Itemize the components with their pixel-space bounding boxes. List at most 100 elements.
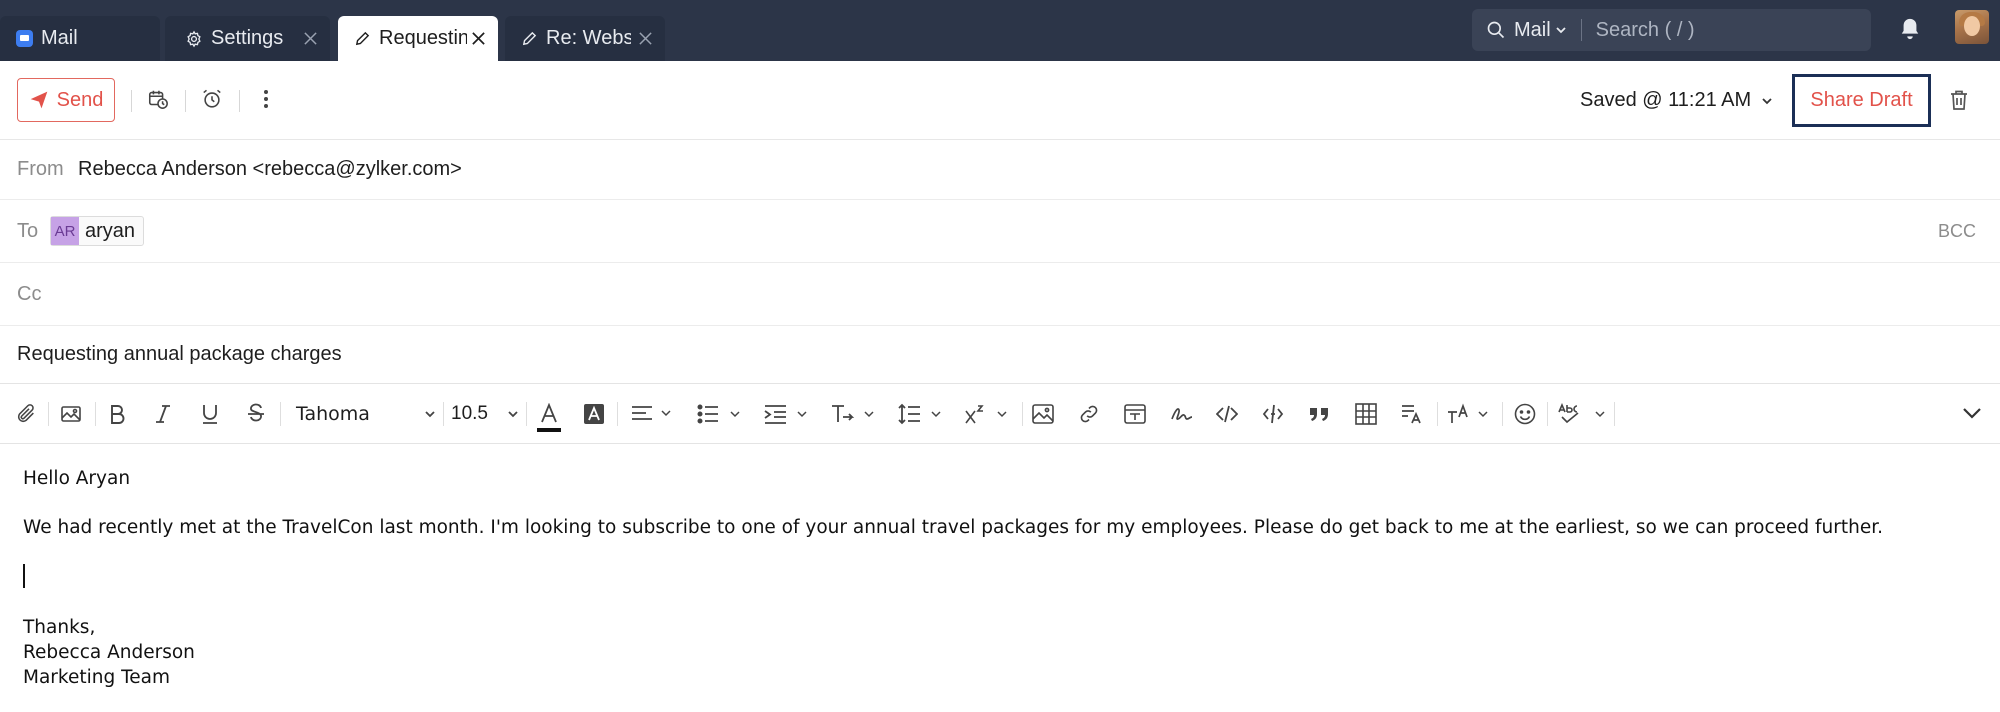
bcc-toggle[interactable]: BCC [1938, 221, 1976, 242]
search-input[interactable]: Search ( / ) [1596, 19, 1695, 42]
text-cursor [23, 564, 25, 588]
gear-icon [185, 30, 203, 48]
share-draft-label: Share Draft [1810, 89, 1913, 111]
tab-label: Re: Website [546, 27, 631, 49]
divider [1547, 402, 1548, 426]
pencil-icon [354, 30, 371, 47]
signature-icon[interactable] [1170, 403, 1194, 425]
tab-label: Settings [211, 27, 284, 49]
divider [1614, 402, 1615, 426]
divider [1022, 402, 1023, 426]
search-scope-dropdown[interactable]: Mail [1514, 19, 1567, 42]
cc-row[interactable]: Cc [0, 263, 2000, 326]
schedule-send-icon[interactable] [147, 88, 169, 110]
from-row: From Rebecca Anderson <rebecca@zylker.co… [0, 140, 2000, 200]
divider [48, 402, 49, 426]
divider [443, 402, 444, 426]
text-color-icon[interactable] [537, 403, 561, 433]
blockquote-icon[interactable] [1308, 403, 1330, 425]
collapse-toolbar-icon[interactable] [1962, 406, 1982, 420]
search-icon [1486, 20, 1506, 40]
bell-icon[interactable] [1899, 17, 1921, 41]
insert-template-icon[interactable] [1124, 403, 1146, 425]
divider [617, 402, 618, 426]
reminder-alarm-icon[interactable] [201, 88, 223, 110]
bullet-list-icon[interactable] [697, 403, 743, 425]
user-avatar[interactable] [1955, 10, 1989, 44]
divider [526, 402, 527, 426]
bold-icon[interactable] [107, 403, 127, 425]
subject-row[interactable]: Requesting annual package charges [0, 326, 2000, 384]
format-toolbar: Tahoma 10.5 [0, 384, 2000, 444]
tab-label: Mail [41, 27, 78, 49]
from-address[interactable]: Rebecca Anderson <rebecca@zylker.com> [78, 158, 462, 181]
chevron-down-icon [508, 411, 518, 418]
send-icon [30, 91, 47, 109]
insert-link-icon[interactable] [1078, 403, 1100, 425]
message-body-editor[interactable]: Hello Aryan We had recently met at the T… [0, 444, 2000, 712]
divider [95, 402, 96, 426]
divider [131, 90, 132, 112]
text-direction-icon[interactable] [831, 403, 877, 425]
insert-table-icon[interactable] [1355, 403, 1377, 425]
superscript-icon[interactable] [964, 403, 1010, 425]
divider [1437, 402, 1438, 426]
tab-mail[interactable]: Mail [0, 16, 160, 61]
mail-app-icon [16, 30, 33, 47]
body-signature-team: Marketing Team [23, 667, 170, 688]
global-search[interactable]: Mail Search ( / ) [1472, 9, 1871, 51]
insert-image-inline-icon[interactable] [60, 403, 84, 425]
close-icon[interactable] [303, 31, 318, 46]
trash-icon[interactable] [1949, 89, 1969, 111]
close-icon[interactable] [471, 31, 486, 46]
chevron-down-icon [1556, 27, 1566, 34]
to-row[interactable]: To AR aryan BCC [0, 200, 2000, 263]
underline-icon[interactable] [200, 403, 220, 425]
indent-icon[interactable] [764, 403, 810, 425]
save-status-dropdown[interactable]: Saved @ 11:21 AM [1580, 89, 1773, 112]
tab-re-website[interactable]: Re: Website [505, 16, 665, 61]
clear-formatting-icon[interactable] [1401, 403, 1425, 425]
close-icon[interactable] [638, 31, 653, 46]
chevron-down-icon [425, 411, 435, 418]
pencil-icon [521, 30, 538, 47]
body-sign-off: Thanks, [23, 617, 96, 638]
recipient-avatar: AR [51, 217, 79, 245]
send-button[interactable]: Send [17, 78, 115, 122]
app-tab-bar: Mail Settings Requesting annual package … [0, 0, 2000, 61]
compose-action-bar: Send Saved @ 11:21 AM Share Draft [0, 61, 2000, 140]
font-family-select[interactable]: Tahoma [296, 401, 436, 427]
to-label: To [17, 219, 39, 242]
share-draft-button[interactable]: Share Draft [1792, 74, 1931, 127]
send-label: Send [56, 88, 104, 111]
italic-icon[interactable] [154, 403, 172, 425]
search-scope-label: Mail [1514, 18, 1551, 41]
save-status: Saved @ 11:21 AM [1580, 89, 1752, 111]
strikethrough-icon[interactable] [246, 403, 266, 425]
divider [239, 90, 240, 112]
recipient-chip[interactable]: AR aryan [50, 216, 145, 246]
chevron-down-icon [1762, 97, 1772, 104]
spell-check-icon[interactable] [1558, 403, 1608, 425]
tab-draft-active[interactable]: Requesting annual package charges [338, 16, 498, 61]
tab-settings[interactable]: Settings [165, 16, 330, 61]
body-signature-name: Rebecca Anderson [23, 642, 195, 663]
tab-label: Requesting annual package charges [379, 27, 467, 49]
divider [280, 402, 281, 426]
background-color-icon[interactable] [583, 403, 605, 425]
subject-input[interactable]: Requesting annual package charges [17, 343, 342, 366]
code-icon[interactable] [1216, 403, 1238, 425]
align-left-icon[interactable] [631, 403, 673, 425]
divider [1580, 19, 1582, 41]
line-spacing-icon[interactable] [898, 403, 944, 425]
recipient-name: aryan [85, 219, 136, 242]
attachment-icon[interactable] [15, 403, 37, 425]
font-size-value: 10.5 [451, 403, 488, 424]
more-options-icon[interactable] [258, 88, 274, 110]
code-snippet-icon[interactable] [1262, 403, 1284, 425]
font-size-select[interactable]: 10.5 [451, 401, 519, 427]
body-greeting: Hello Aryan [23, 468, 131, 489]
emoji-icon[interactable] [1514, 403, 1536, 425]
insert-image-icon[interactable] [1032, 403, 1054, 425]
text-format-options-icon[interactable] [1447, 403, 1493, 425]
